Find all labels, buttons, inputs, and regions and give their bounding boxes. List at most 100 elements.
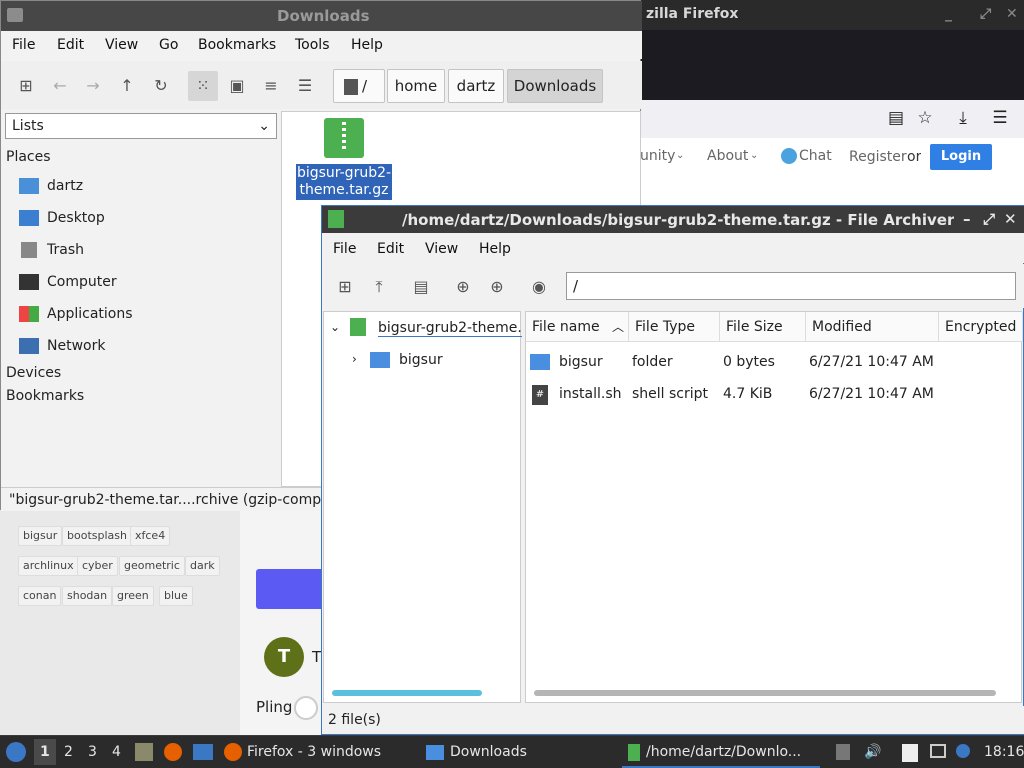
network-icon[interactable] [930,744,946,758]
workspace-1[interactable]: 1 [40,744,50,760]
sidebar-item-applications[interactable]: Applications [19,301,133,327]
register-link[interactable]: Register [849,149,907,165]
menu-edit[interactable]: Edit [57,37,84,53]
tree-root[interactable]: bigsur-grub2-theme.t [378,320,522,337]
add-file-icon[interactable]: ⊕ [448,272,478,302]
breadcrumb-downloads[interactable]: Downloads [507,69,603,103]
table-row[interactable]: # install.sh shell script 4.7 KiB 6/27/2… [526,384,1023,406]
tag[interactable]: blue [159,586,193,606]
tag[interactable]: xfce4 [130,526,171,546]
file-item-selected[interactable]: bigsur-grub2- theme.tar.gz [296,164,392,200]
nav-link-community[interactable]: unity [640,148,675,164]
column-file-name[interactable]: File name ︿ [526,312,629,342]
section-devices[interactable]: Devices [6,365,61,381]
tree-item-bigsur[interactable]: bigsur [399,352,443,368]
back-arrow-icon[interactable]: ← [45,71,75,101]
firefox-titlebar[interactable]: zilla Firefox _ ⤢ ✕ [640,0,1024,30]
login-button[interactable]: Login [930,144,992,170]
folder-launcher-icon[interactable] [193,744,213,760]
column-encrypted[interactable]: Encrypted [939,312,1023,342]
tag[interactable]: dark [185,556,220,576]
file-manager-titlebar[interactable]: Downloads [1,1,642,31]
tag[interactable]: conan [18,586,62,606]
menu-edit[interactable]: Edit [377,241,404,257]
breadcrumb-root[interactable]: / [333,69,385,103]
sidebar-item-desktop[interactable]: Desktop [19,205,105,231]
menu-view[interactable]: View [425,241,458,257]
column-file-size[interactable]: File Size [720,312,806,342]
stop-icon[interactable]: ◉ [524,272,554,302]
workspace-4[interactable]: 4 [112,744,121,760]
forward-arrow-icon[interactable]: → [78,71,108,101]
task-firefox[interactable]: Firefox - 3 windows [224,736,381,768]
table-row[interactable]: bigsur folder 0 bytes 6/27/21 10:47 AM [526,352,1023,374]
task-downloads[interactable]: Downloads [426,736,527,768]
maximize-icon[interactable]: ⤢ [983,210,995,228]
menu-help[interactable]: Help [479,241,511,257]
menu-tools[interactable]: Tools [295,37,330,53]
hamburger-menu-icon[interactable]: ☰ [990,108,1010,128]
tag[interactable]: archlinux [18,556,79,576]
sidebar-item-dartz[interactable]: dartz [19,173,83,199]
tag[interactable]: bigsur [18,526,63,546]
search-icon[interactable] [344,78,358,95]
file-manager-launcher-icon[interactable] [135,743,153,761]
workspace-3[interactable]: 3 [88,744,97,760]
volume-icon[interactable]: 🔊 [864,744,881,760]
horizontal-scrollbar[interactable] [332,690,482,696]
archive-properties-icon[interactable]: ▤ [406,272,436,302]
extract-icon[interactable]: ⤒ [364,272,394,302]
minimize-icon[interactable]: _ [945,6,952,22]
task-archiver[interactable]: /home/dartz/Downlo... [622,736,820,768]
location-input[interactable]: / [566,272,1016,300]
menu-bookmarks[interactable]: Bookmarks [198,37,276,53]
tag[interactable]: bootsplash [62,526,132,546]
pling-icon[interactable] [294,696,318,720]
menu-file[interactable]: File [12,37,35,53]
firefox-launcher-icon[interactable] [164,743,182,761]
up-arrow-icon[interactable]: ↑ [112,71,142,101]
new-archive-icon[interactable]: ⊞ [330,272,360,302]
horizontal-scrollbar[interactable] [534,690,996,696]
menu-view[interactable]: View [105,37,138,53]
expand-arrow-icon[interactable]: › [352,352,357,366]
reader-view-icon[interactable]: ▤ [886,108,906,128]
tag[interactable]: shodan [62,586,113,606]
menu-go[interactable]: Go [159,37,178,53]
close-icon[interactable]: ✕ [1004,210,1017,228]
archiver-titlebar[interactable]: /home/dartz/Downloads/bigsur-grub2-theme… [322,206,1024,233]
breadcrumb-home[interactable]: home [387,69,445,103]
menu-help[interactable]: Help [351,37,383,53]
minimize-icon[interactable]: – [963,210,971,228]
maximize-icon[interactable]: ⤢ [980,6,991,22]
thumbnail-view-icon[interactable]: ▣ [222,71,252,101]
app-menu-icon[interactable] [6,742,26,762]
column-file-type[interactable]: File Type [629,312,720,342]
add-folder-icon[interactable]: ⊕ [482,272,512,302]
clipboard-icon[interactable] [836,744,850,760]
breadcrumb-dartz[interactable]: dartz [448,69,504,103]
notification-icon[interactable] [956,744,970,758]
list-view-icon[interactable]: ☰ [290,71,320,101]
nav-link-chat[interactable]: Chat [799,148,832,164]
new-tab-icon[interactable]: ⊞ [11,71,41,101]
menu-file[interactable]: File [333,241,356,257]
sidebar-item-network[interactable]: Network [19,333,105,359]
column-modified[interactable]: Modified [806,312,939,342]
clock[interactable]: 18:16 [984,744,1024,760]
bookmark-star-icon[interactable]: ☆ [915,108,935,128]
archive-icon[interactable] [324,118,364,158]
section-bookmarks[interactable]: Bookmarks [6,388,84,404]
workspace-2[interactable]: 2 [64,744,73,760]
icon-view-icon[interactable]: ⁙ [188,71,218,101]
close-icon[interactable]: ✕ [1006,6,1018,22]
collapse-arrow-icon[interactable]: ⌄ [330,320,340,334]
tag[interactable]: geometric [119,556,185,576]
download-icon[interactable]: ⤓ [953,108,973,128]
notes-icon[interactable] [902,744,918,762]
reload-icon[interactable]: ↻ [146,71,176,101]
sidebar-item-computer[interactable]: Computer [19,269,117,295]
side-pane-select[interactable]: Lists ⌄ [5,113,277,139]
nav-link-about[interactable]: About [707,148,748,164]
sidebar-item-trash[interactable]: Trash [19,237,84,263]
